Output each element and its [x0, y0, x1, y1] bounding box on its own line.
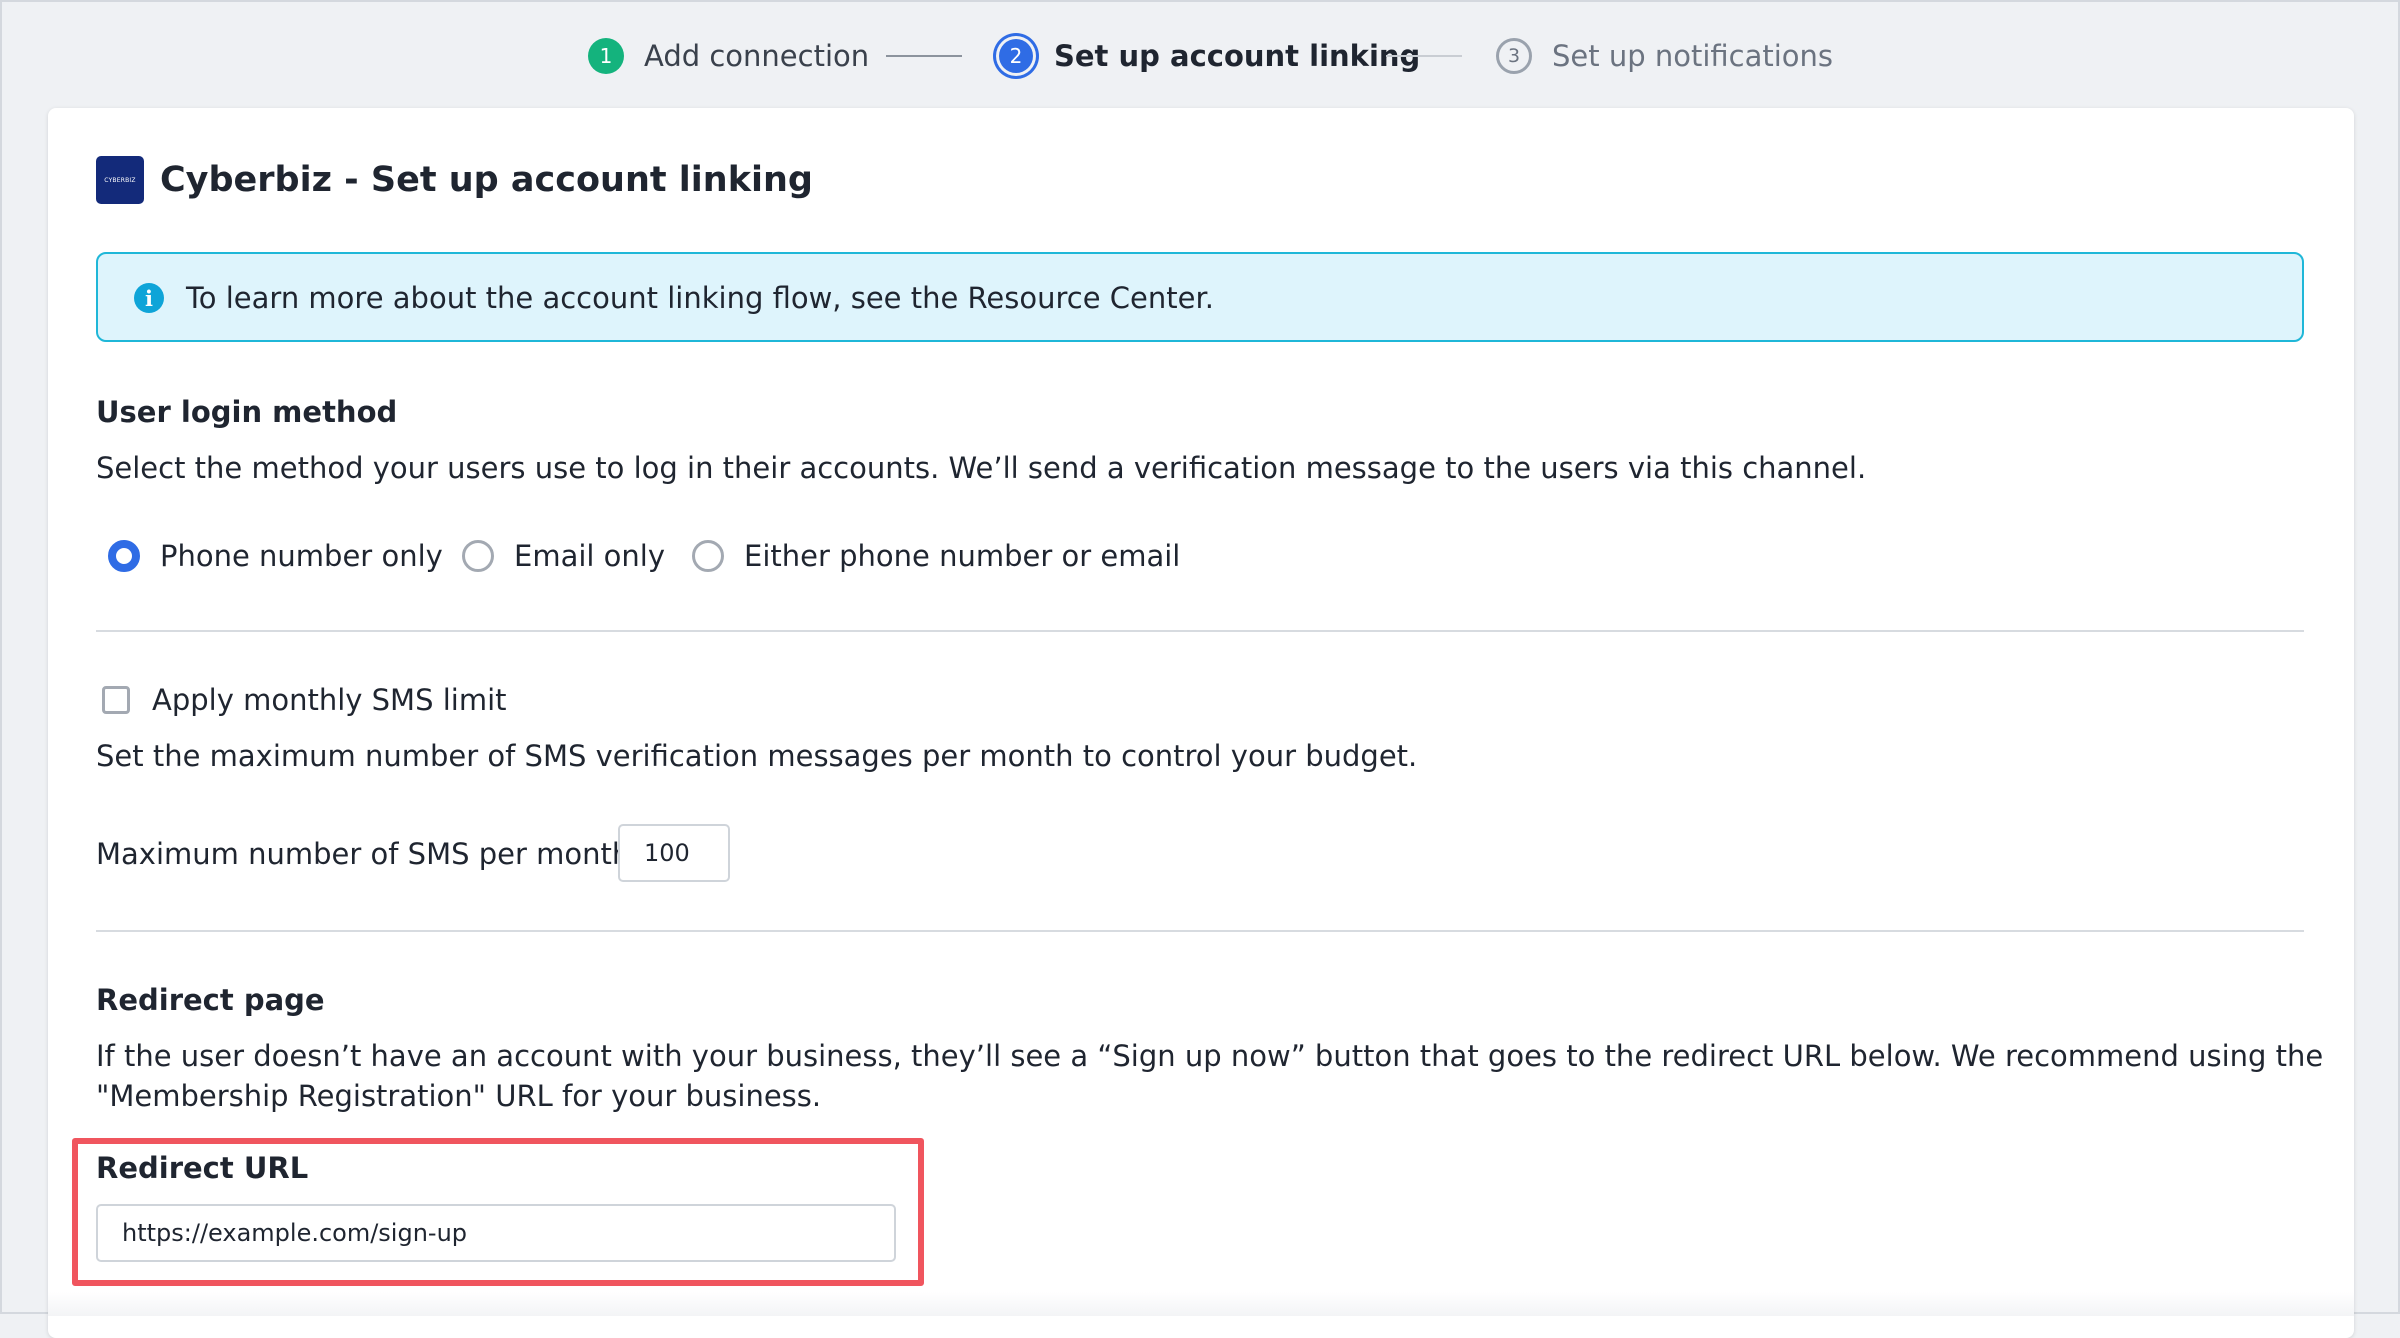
- redirect-url-input[interactable]: [96, 1204, 896, 1262]
- radio-email-only-label[interactable]: Email only: [514, 536, 665, 576]
- step-1-number: 1: [599, 44, 613, 68]
- redirect-description-line2: "Membership Registration" URL for your b…: [96, 1079, 822, 1113]
- login-method-title: User login method: [96, 395, 398, 429]
- info-banner-text[interactable]: To learn more about the account linking …: [186, 278, 1214, 318]
- step-2-number: 2: [1009, 44, 1023, 68]
- redirect-page-title: Redirect page: [96, 983, 325, 1017]
- step-3-number: 3: [1507, 45, 1521, 67]
- radio-phone-or-email-label[interactable]: Either phone number or email: [744, 536, 1180, 576]
- info-icon: i: [134, 283, 164, 313]
- radio-phone-only[interactable]: [108, 540, 140, 572]
- sms-limit-checkbox[interactable]: [102, 686, 130, 714]
- sms-limit-checkbox-label[interactable]: Apply monthly SMS limit: [152, 680, 507, 720]
- step-1-check-icon: 1: [588, 38, 624, 74]
- radio-email-only[interactable]: [462, 540, 494, 572]
- redirect-description-line1: If the user doesn’t have an account with…: [96, 1039, 2324, 1073]
- step-connector-1: [886, 55, 962, 57]
- step-connector-2: [1386, 55, 1462, 57]
- radio-phone-or-email[interactable]: [692, 540, 724, 572]
- max-sms-input[interactable]: [618, 824, 730, 882]
- step-2-label[interactable]: Set up account linking: [1054, 38, 1420, 74]
- sms-limit-description: Set the maximum number of SMS verificati…: [96, 739, 1418, 773]
- step-3-label[interactable]: Set up notifications: [1552, 38, 1833, 74]
- radio-phone-only-label[interactable]: Phone number only: [160, 536, 443, 576]
- max-sms-label: Maximum number of SMS per month:: [96, 837, 641, 871]
- redirect-url-label: Redirect URL: [96, 1151, 309, 1185]
- section-divider-2: [96, 930, 2304, 932]
- step-1-label[interactable]: Add connection: [644, 38, 869, 74]
- scroll-fade: [48, 1292, 2354, 1316]
- info-banner: i To learn more about the account linkin…: [96, 252, 2304, 342]
- section-divider-1: [96, 630, 2304, 632]
- login-method-description: Select the method your users use to log …: [96, 451, 1867, 485]
- card-title: Cyberbiz - Set up account linking: [160, 160, 813, 200]
- step-3-indicator: 3: [1496, 38, 1532, 74]
- cyberbiz-logo: CYBERBIZ: [96, 156, 144, 204]
- step-2-indicator: 2: [999, 39, 1033, 73]
